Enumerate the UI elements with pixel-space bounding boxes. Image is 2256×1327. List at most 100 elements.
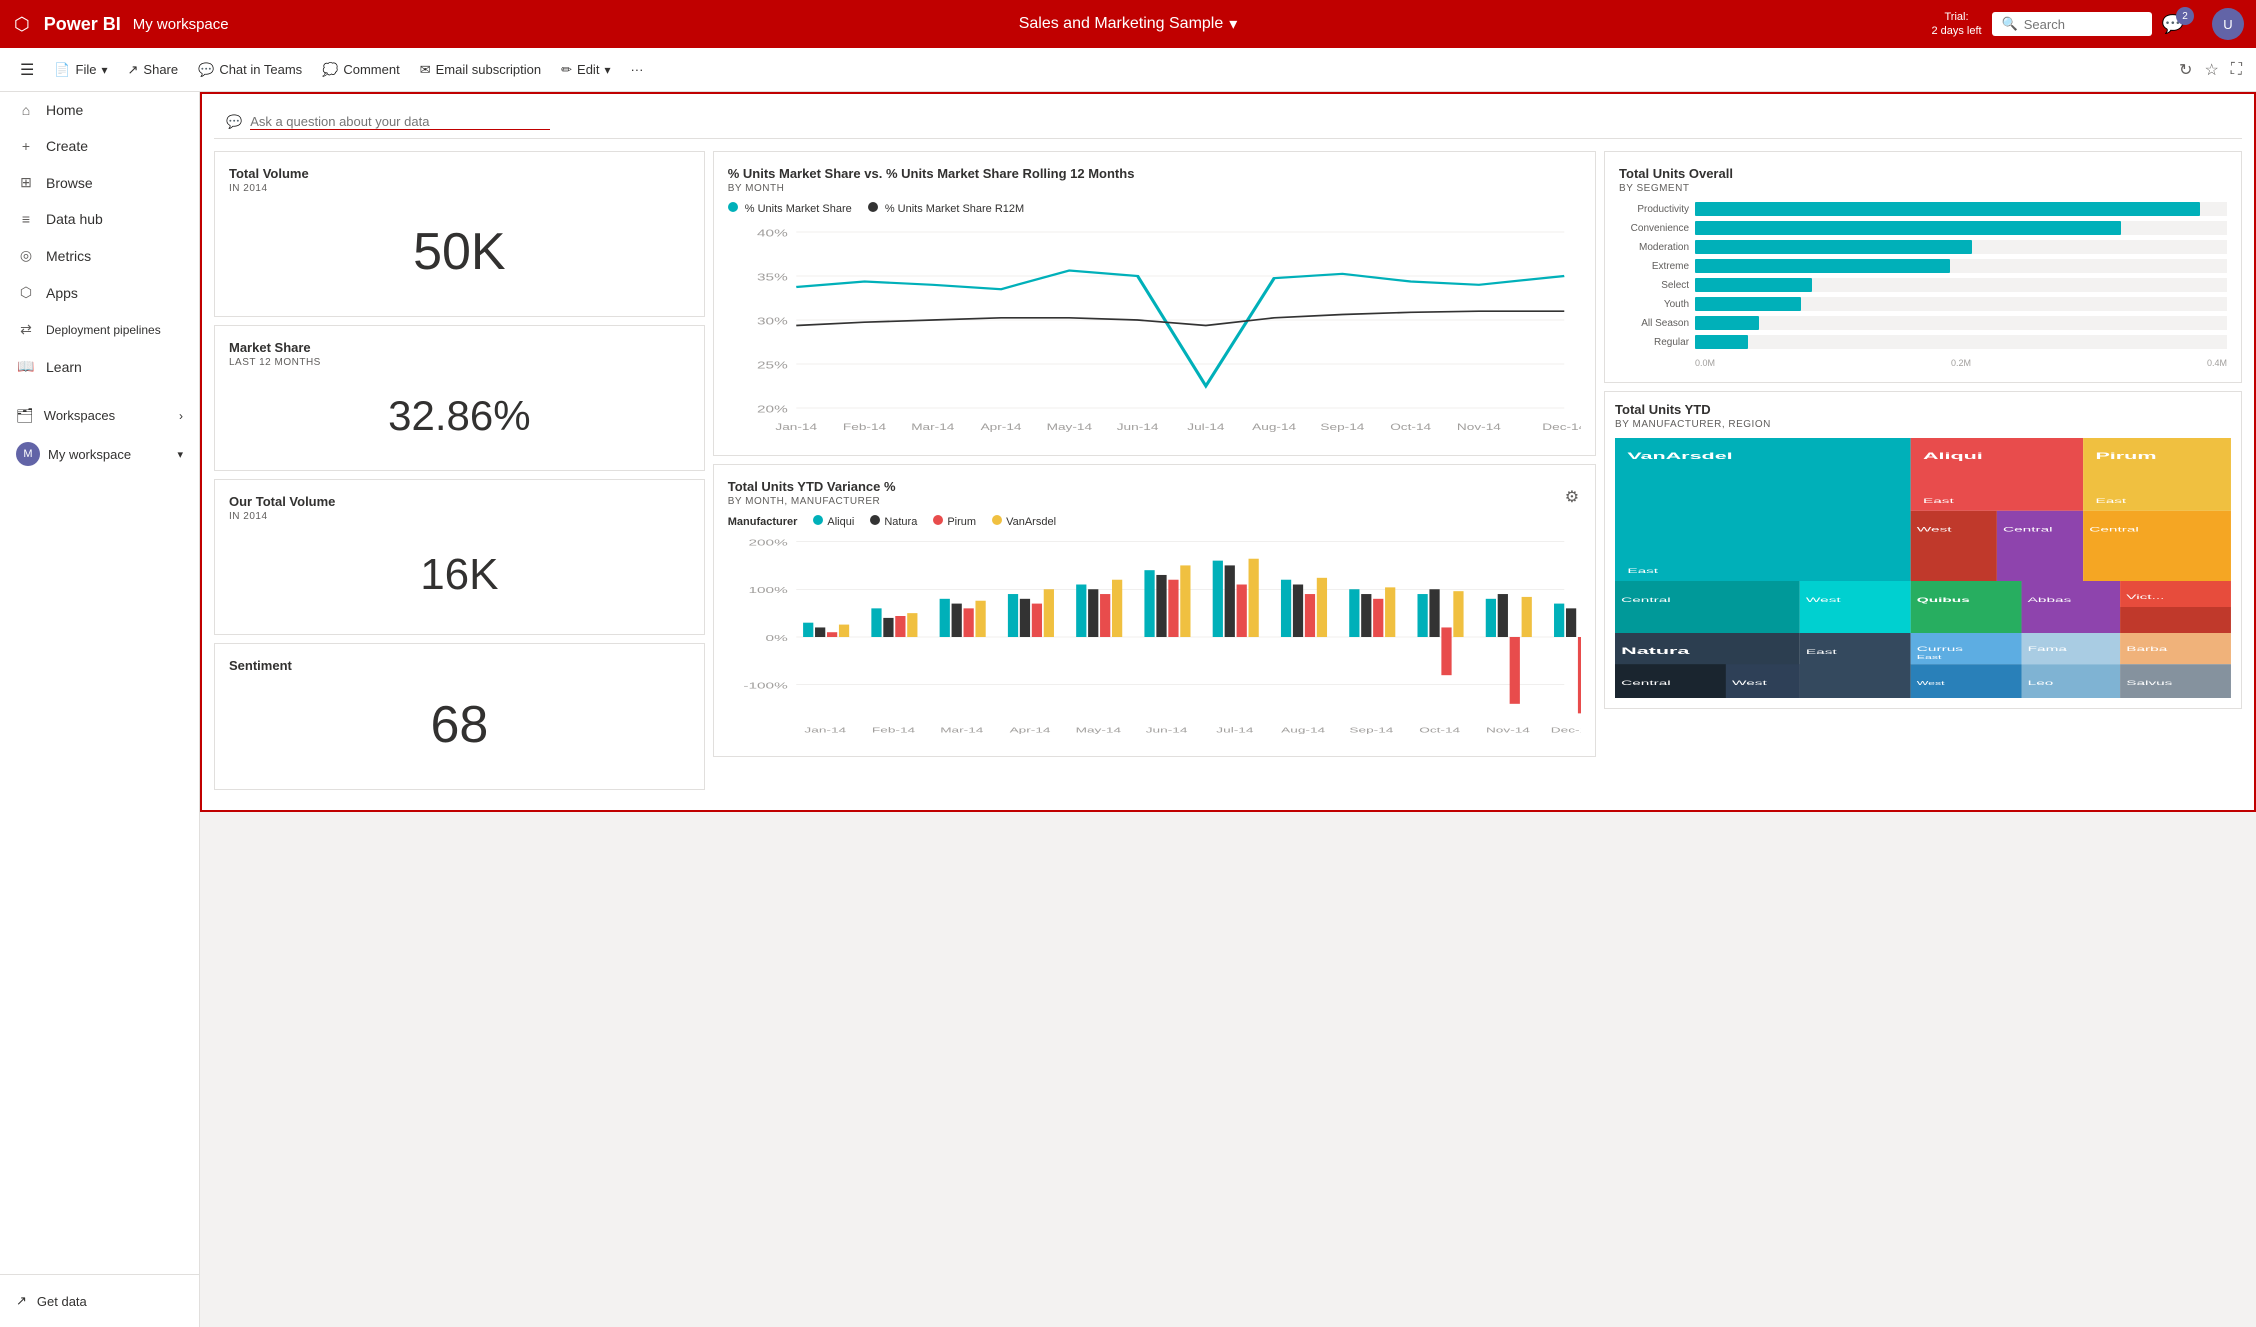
svg-text:West: West bbox=[1732, 679, 1768, 687]
share-button[interactable]: ↗ Share bbox=[120, 57, 187, 83]
get-data-icon: ↗ bbox=[16, 1293, 27, 1309]
tile-line-chart[interactable]: % Units Market Share vs. % Units Market … bbox=[713, 151, 1596, 456]
favorite-icon[interactable]: ☆ bbox=[2202, 58, 2220, 82]
bar-container-moderation bbox=[1695, 240, 2227, 254]
ytd-dot-vanarsdel bbox=[992, 515, 1002, 525]
sidebar-item-apps[interactable]: ⬡ Apps bbox=[0, 274, 199, 311]
dashboard: 💬 Total Volume IN 2014 50K Market Share bbox=[200, 92, 2256, 812]
ytd-dot-pirum bbox=[933, 515, 943, 525]
treemap-cell-natura-east[interactable] bbox=[1800, 633, 1911, 698]
ytd-dot-natura bbox=[870, 515, 880, 525]
sidebar-my-workspace[interactable]: M My workspace ▾ bbox=[0, 434, 199, 474]
svg-text:Quibus: Quibus bbox=[1917, 596, 1971, 604]
svg-text:0%: 0% bbox=[765, 633, 787, 643]
bar-fill-moderation bbox=[1695, 240, 1972, 254]
tile-our-volume-subtitle: IN 2014 bbox=[229, 511, 690, 522]
treemap-cell-vanarsdel-central[interactable] bbox=[1615, 581, 1800, 633]
sidebar-item-deployment[interactable]: ⇄ Deployment pipelines bbox=[0, 311, 199, 348]
search-input[interactable] bbox=[2024, 17, 2142, 32]
apps-grid-icon[interactable]: ⬡ bbox=[12, 12, 32, 37]
svg-text:Jun-14: Jun-14 bbox=[1116, 423, 1158, 432]
sidebar-item-browse[interactable]: ⊞ Browse bbox=[0, 164, 199, 201]
file-icon: 📄 bbox=[54, 62, 70, 78]
comment-button[interactable]: 💭 Comment bbox=[314, 57, 408, 83]
get-data-button[interactable]: ↗ Get data bbox=[0, 1283, 199, 1319]
tile-bar-chart[interactable]: Total Units Overall BY SEGMENT Productiv… bbox=[1604, 151, 2242, 383]
bar-container-allseason bbox=[1695, 316, 2227, 330]
email-button[interactable]: ✉ Email subscription bbox=[412, 57, 549, 83]
tile-total-volume[interactable]: Total Volume IN 2014 50K bbox=[214, 151, 705, 317]
search-box[interactable]: 🔍 bbox=[1992, 12, 2152, 36]
treemap-cell-p[interactable] bbox=[2120, 607, 2231, 633]
edit-button[interactable]: ✏ Edit ▾ bbox=[553, 57, 618, 83]
qa-bar: 💬 bbox=[214, 106, 2242, 139]
tile-total-volume-title: Total Volume bbox=[229, 166, 690, 181]
ytd-more-icon[interactable]: ⚙ bbox=[1563, 485, 1581, 509]
bar-container-select bbox=[1695, 278, 2227, 292]
bar-row-regular: Regular bbox=[1619, 335, 2227, 349]
legend-market-share: % Units Market Share bbox=[728, 202, 852, 215]
bar-fill-extreme bbox=[1695, 259, 1950, 273]
svg-text:Central: Central bbox=[2089, 526, 2139, 534]
ytd-manufacturer-label: Manufacturer bbox=[728, 516, 798, 528]
treemap-cell-abbas[interactable] bbox=[2022, 581, 2121, 633]
legend-r12m: % Units Market Share R12M bbox=[868, 202, 1024, 215]
search-icon: 🔍 bbox=[2002, 16, 2018, 32]
tile-sentiment[interactable]: Sentiment 68 bbox=[214, 643, 705, 790]
tile-market-share[interactable]: Market Share LAST 12 MONTHS 32.86% bbox=[214, 325, 705, 471]
report-dropdown-icon[interactable]: ▾ bbox=[1229, 14, 1237, 34]
report-title-area: Sales and Marketing Sample ▾ bbox=[1019, 14, 1238, 34]
bar-fill-youth bbox=[1695, 297, 1801, 311]
bar-label-allseason: All Season bbox=[1619, 318, 1689, 329]
chat-teams-button[interactable]: 💬 Chat in Teams bbox=[190, 57, 310, 83]
sidebar-item-home[interactable]: ⌂ Home bbox=[0, 92, 199, 128]
svg-text:Jan-14: Jan-14 bbox=[775, 423, 817, 432]
tile-treemap[interactable]: Total Units YTD BY MANUFACTURER, REGION … bbox=[1604, 391, 2242, 709]
treemap-title: Total Units YTD bbox=[1615, 402, 2231, 417]
treemap-cell-aliqui-central[interactable] bbox=[1997, 511, 2083, 581]
svg-text:Vict...: Vict... bbox=[2126, 593, 2164, 601]
hamburger-menu[interactable]: ☰ bbox=[12, 55, 42, 85]
refresh-icon[interactable]: ↻ bbox=[2177, 58, 2194, 82]
qa-input[interactable] bbox=[250, 114, 550, 130]
edit-icon: ✏ bbox=[561, 62, 572, 78]
treemap-cell-aliqui-west[interactable] bbox=[1911, 511, 1997, 581]
content-area: 💬 Total Volume IN 2014 50K Market Share bbox=[200, 92, 2256, 1327]
sidebar-item-learn[interactable]: 📖 Learn bbox=[0, 348, 199, 385]
treemap-cell-quibus[interactable] bbox=[1911, 581, 2022, 633]
svg-text:Fama: Fama bbox=[2028, 645, 2068, 653]
ytd-variance-title: Total Units YTD Variance % bbox=[728, 479, 896, 494]
more-options-button[interactable]: ··· bbox=[622, 57, 651, 82]
bar-row-allseason: All Season bbox=[1619, 316, 2227, 330]
bar-fill-regular bbox=[1695, 335, 1748, 349]
sidebar-item-metrics[interactable]: ◎ Metrics bbox=[0, 237, 199, 274]
treemap-cell-vanarsdel-west[interactable] bbox=[1800, 581, 1911, 633]
bar-label-moderation: Moderation bbox=[1619, 242, 1689, 253]
fullscreen-icon[interactable]: ⛶ bbox=[2229, 59, 2244, 81]
svg-text:25%: 25% bbox=[757, 359, 788, 370]
sidebar-item-create[interactable]: + Create bbox=[0, 128, 199, 164]
line-chart-svg: 40% 35% 30% 25% 20% Jan-14 bbox=[728, 221, 1581, 441]
bar-label-select: Select bbox=[1619, 280, 1689, 291]
workspace-name[interactable]: My workspace bbox=[133, 16, 229, 33]
sidebar-item-datahub[interactable]: ≡ Data hub bbox=[0, 201, 199, 237]
tile-total-volume-subtitle: IN 2014 bbox=[229, 183, 690, 194]
bar-axis-02: 0.2M bbox=[1951, 358, 1971, 368]
tile-total-volume-value: 50K bbox=[229, 202, 690, 302]
file-button[interactable]: 📄 File ▾ bbox=[46, 57, 115, 83]
workspaces-chevron: › bbox=[179, 409, 183, 423]
svg-text:Central: Central bbox=[1621, 596, 1671, 604]
tile-ytd-variance[interactable]: Total Units YTD Variance % BY MONTH, MAN… bbox=[713, 464, 1596, 757]
treemap-cell-pirum-central[interactable] bbox=[2083, 511, 2231, 581]
bar-chart-title: Total Units Overall bbox=[1619, 166, 2227, 181]
svg-text:East: East bbox=[1923, 497, 1955, 505]
sidebar-item-workspaces[interactable]: 🗂 Workspaces › bbox=[0, 397, 199, 434]
datahub-icon: ≡ bbox=[16, 211, 36, 227]
avatar[interactable]: U bbox=[2212, 8, 2244, 40]
svg-text:Feb-14: Feb-14 bbox=[872, 726, 915, 734]
line-chart-legend: % Units Market Share % Units Market Shar… bbox=[728, 202, 1581, 215]
my-workspace-chevron: ▾ bbox=[177, 448, 183, 461]
notification-area[interactable]: 💬 2 bbox=[2162, 14, 2202, 35]
create-icon: + bbox=[16, 138, 36, 154]
tile-our-total-volume[interactable]: Our Total Volume IN 2014 16K bbox=[214, 479, 705, 635]
